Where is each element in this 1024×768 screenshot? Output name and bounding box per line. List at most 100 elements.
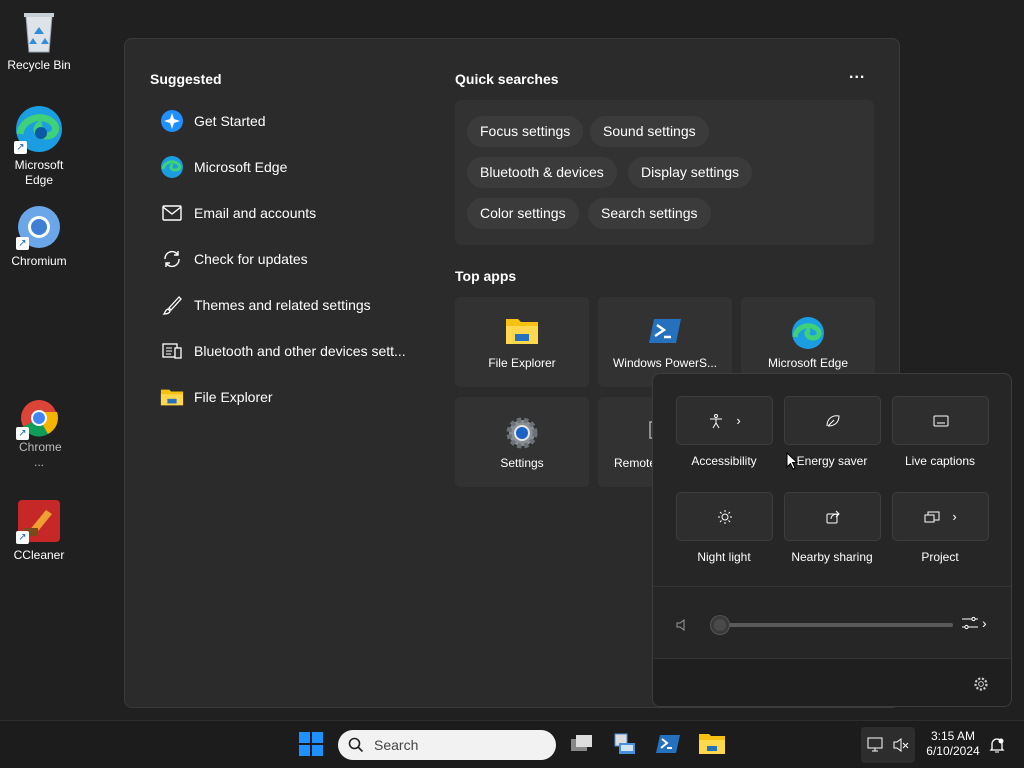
volume-slider-thumb[interactable] — [711, 616, 729, 634]
qs-label: Accessibility — [691, 454, 757, 468]
suggested-item-check-updates[interactable]: Check for updates — [160, 241, 308, 277]
night-light-toggle[interactable] — [676, 492, 773, 541]
top-app-settings[interactable]: Settings — [455, 397, 589, 487]
project-icon — [924, 511, 940, 522]
chrome-icon: ↗ — [16, 398, 62, 440]
accessibility-toggle[interactable]: › — [676, 396, 773, 445]
captions-icon — [933, 415, 948, 426]
chevron-right-icon: › — [952, 509, 957, 524]
taskbar-search-box[interactable]: Search — [338, 730, 556, 760]
notification-bell-icon[interactable] — [988, 736, 1006, 754]
top-app-label: Settings — [500, 456, 544, 470]
control-panel-icon — [614, 733, 635, 754]
clock-date: 6/10/2024 — [926, 744, 980, 758]
quick-settings-flyout: › Accessibility Energy saver Live captio… — [652, 373, 1012, 707]
qs-label: Project — [921, 550, 959, 564]
suggested-item-email-accounts[interactable]: Email and accounts — [160, 195, 316, 231]
taskbar-app-powershell[interactable] — [655, 731, 683, 759]
gear-icon[interactable] — [973, 676, 989, 692]
quick-search-chip[interactable]: Bluetooth & devices — [467, 157, 617, 188]
system-tray-quick-settings[interactable] — [861, 727, 915, 763]
audio-mixer-icon — [962, 616, 978, 630]
desktop-icon-chrome[interactable]: ↗ Chrome ... — [0, 398, 78, 470]
taskbar: Search 3:15 AM 6/10/2024 — [0, 720, 1024, 768]
desktop-icon-edge[interactable]: ↗ Microsoft Edge — [0, 104, 78, 188]
brightness-icon — [717, 509, 732, 524]
speaker-muted-icon[interactable] — [675, 618, 689, 632]
top-app-file-explorer[interactable]: File Explorer — [455, 297, 589, 387]
qs-label: Nearby sharing — [791, 550, 873, 564]
folder-icon — [505, 316, 539, 350]
quick-search-chip[interactable]: Sound settings — [590, 116, 709, 147]
brush-icon — [160, 293, 184, 317]
chromium-icon: ↗ — [16, 204, 62, 250]
nearby-sharing-toggle[interactable] — [784, 492, 881, 541]
more-options-button[interactable]: ... — [849, 65, 865, 83]
desktop-icon-chromium[interactable]: ↗ Chromium — [0, 204, 78, 269]
folder-icon — [699, 734, 725, 754]
shortcut-arrow-icon: ↗ — [16, 427, 29, 440]
divider — [653, 586, 1011, 587]
desktop-icon-label: Recycle Bin — [7, 58, 71, 72]
desktop-icon-label: Chrome ... — [19, 440, 62, 469]
taskbar-app-control-panel[interactable] — [611, 731, 639, 759]
gear-icon — [505, 416, 539, 450]
volume-slider[interactable] — [711, 616, 953, 634]
mouse-cursor-icon — [786, 452, 798, 470]
network-icon — [867, 737, 883, 752]
qs-label: Live captions — [904, 454, 976, 468]
windows-logo-icon — [299, 732, 323, 756]
edge-icon — [791, 316, 825, 350]
get-started-icon — [160, 109, 184, 133]
share-icon — [826, 510, 840, 523]
desktop-icon-label: Chromium — [11, 254, 67, 268]
recycle-bin-icon — [16, 8, 62, 54]
shortcut-arrow-icon: ↗ — [16, 237, 29, 250]
suggested-item-bluetooth-devices[interactable]: Bluetooth and other devices sett... — [160, 333, 406, 369]
ccleaner-icon: ↗ — [16, 498, 62, 544]
quick-searches-box: Focus settings Sound settings Bluetooth … — [455, 100, 874, 245]
energy-saver-toggle[interactable] — [784, 396, 881, 445]
mail-icon — [160, 201, 184, 225]
top-app-label: Microsoft Edge — [767, 356, 849, 370]
project-toggle[interactable]: › — [892, 492, 989, 541]
powershell-icon — [648, 316, 682, 350]
edge-icon — [160, 155, 184, 179]
leaf-icon — [826, 414, 840, 426]
taskbar-app-file-explorer[interactable] — [698, 731, 726, 759]
quick-search-chip[interactable]: Display settings — [628, 157, 753, 188]
qs-label: Night light — [697, 550, 751, 564]
shortcut-arrow-icon: ↗ — [14, 141, 27, 154]
chevron-right-icon: › — [736, 413, 741, 428]
suggested-item-label: Check for updates — [194, 251, 308, 267]
clock[interactable]: 3:15 AM 6/10/2024 — [920, 729, 986, 759]
suggested-item-label: Bluetooth and other devices sett... — [194, 343, 406, 359]
desktop-icon-ccleaner[interactable]: ↗ CCleaner — [0, 498, 78, 563]
quick-search-chip[interactable]: Color settings — [467, 198, 579, 229]
powershell-icon — [656, 735, 680, 753]
suggested-item-file-explorer[interactable]: File Explorer — [160, 379, 273, 415]
live-captions-toggle[interactable] — [892, 396, 989, 445]
suggested-item-edge[interactable]: Microsoft Edge — [160, 149, 287, 185]
task-view-button[interactable] — [568, 731, 596, 759]
desktop-icon-recycle-bin[interactable]: Recycle Bin — [0, 8, 78, 73]
suggested-item-get-started[interactable]: Get Started — [160, 103, 266, 139]
chevron-right-icon: › — [982, 615, 987, 631]
devices-icon — [160, 339, 184, 363]
edge-icon: ↗ — [14, 104, 64, 154]
suggested-item-label: Microsoft Edge — [194, 159, 288, 175]
suggested-item-label: Themes and related settings — [194, 297, 371, 313]
top-app-label: Windows PowerS... — [612, 356, 718, 370]
audio-output-button[interactable]: › — [961, 614, 987, 632]
start-button[interactable] — [298, 731, 326, 759]
quick-search-chip[interactable]: Search settings — [588, 198, 711, 229]
volume-muted-icon — [893, 738, 909, 752]
search-icon — [348, 737, 364, 753]
folder-icon — [160, 385, 184, 409]
quick-searches-heading: Quick searches — [455, 71, 559, 87]
accessibility-icon — [710, 413, 723, 428]
suggested-item-themes[interactable]: Themes and related settings — [160, 287, 371, 323]
clock-time: 3:15 AM — [930, 729, 976, 743]
quick-search-chip[interactable]: Focus settings — [467, 116, 584, 147]
suggested-item-label: Get Started — [194, 113, 266, 129]
